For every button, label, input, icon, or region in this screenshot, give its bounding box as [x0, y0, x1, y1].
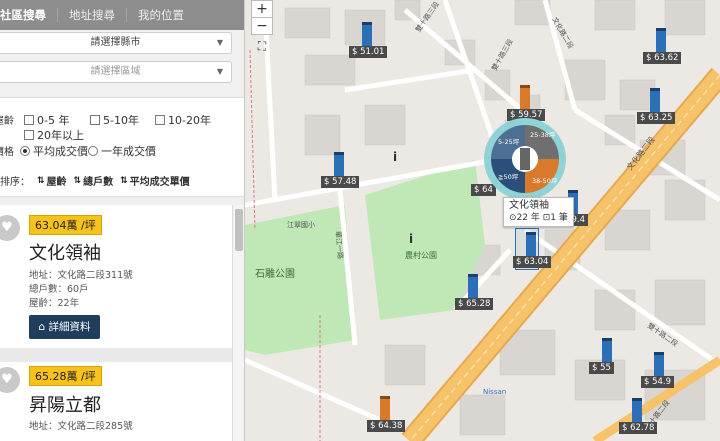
sort-bar: 排序： ⇅ 屋齡 ⇅ 總戶數 ⇅ 平均成交單價: [0, 173, 190, 189]
building-info: 地址：文化路二段311號 總戶數：60戶 屋齡：22年: [29, 270, 133, 309]
age-option-5-10[interactable]: 5-10年: [90, 112, 139, 128]
tab-address-search[interactable]: 地址搜尋: [58, 8, 127, 22]
home-icon: ⌂: [38, 321, 46, 333]
age-option-0-5[interactable]: 0-5 年: [24, 112, 69, 128]
donut-label: 5-25坪: [498, 138, 520, 146]
sort-by-price[interactable]: ⇅ 平均成交單價: [120, 173, 190, 189]
list-item[interactable]: ♥ 63.04萬 /坪 文化領袖 地址：文化路二段311號 總戶數：60戶 屋齡…: [0, 205, 232, 347]
map-label-school: 江翠國小: [287, 221, 315, 229]
sort-icon: ⇅: [120, 175, 128, 186]
search-tabs: 社區搜尋 地址搜尋 我的位置: [0, 0, 244, 30]
checkbox-icon: [155, 115, 165, 125]
age-option-10-20[interactable]: 10-20年: [155, 112, 211, 128]
map-label-park: 石雕公園: [255, 269, 295, 280]
checkbox-icon: [24, 130, 34, 140]
chevron-down-icon: ▼: [216, 38, 223, 47]
building-icon: [650, 88, 660, 112]
checkbox-icon: [24, 115, 34, 125]
price-option-average[interactable]: 平均成交價: [20, 143, 88, 159]
building-icon: [602, 338, 612, 362]
price-option-one-year[interactable]: 一年成交價: [88, 143, 156, 159]
building-icon: [468, 274, 478, 298]
sort-by-units[interactable]: ⇅ 總戶數: [73, 173, 114, 189]
building-icon: [632, 398, 642, 422]
chevron-down-icon: ▼: [216, 67, 223, 76]
scrollbar-thumb[interactable]: [235, 209, 243, 251]
county-select-value: 請選擇縣市: [90, 37, 141, 48]
building-info: 地址：文化路二段285號: [29, 421, 133, 432]
building-icon: [380, 396, 390, 420]
sort-icon: ⇅: [37, 175, 45, 186]
age-option-20-plus[interactable]: 20年以上: [24, 127, 84, 143]
map-base: [245, 0, 720, 441]
building-icon: [656, 28, 666, 52]
sort-label: 排序：: [0, 177, 30, 188]
radio-icon: [20, 146, 30, 156]
zoom-out-button[interactable]: −: [251, 17, 273, 35]
district-select-value: 請選擇區域: [90, 66, 141, 77]
tab-community-search[interactable]: 社區搜尋: [0, 8, 58, 22]
map-view[interactable]: + − ⛶ 石雕公園 農村公園 文化路二段 文化路二段 雙十路三段 雙十路三段 …: [245, 0, 720, 441]
map-label-farm-park: 農村公園: [405, 251, 437, 260]
heart-icon[interactable]: ♥: [0, 367, 20, 393]
sort-icon: ⇅: [73, 175, 82, 186]
building-icon: [520, 148, 530, 170]
building-tooltip: 文化領袖 ⊙22 年 ⊡1 筆: [503, 197, 574, 227]
building-icon: [334, 152, 344, 176]
donut-label: 38-50坪: [532, 177, 558, 185]
price-badge: 65.28萬 /坪: [29, 366, 102, 386]
checkbox-icon: [90, 115, 100, 125]
listing-list: ♥ 63.04萬 /坪 文化領袖 地址：文化路二段311號 總戶數：60戶 屋齡…: [0, 205, 232, 441]
district-select[interactable]: 請選擇區域 ▼: [0, 61, 232, 83]
price-filter-label: 價格: [0, 147, 14, 158]
radio-icon: [88, 146, 98, 156]
list-item[interactable]: ♥ 65.28萬 /坪 昇陽立都 地址：文化路二段285號: [0, 362, 232, 441]
search-panel: 社區搜尋 地址搜尋 我的位置 請選擇縣市 ▼ 請選擇區域 ▼ 屋齡 0-5 年 …: [0, 0, 245, 441]
map-label-nissan: Nissan: [483, 388, 507, 396]
list-scrollbar[interactable]: [232, 205, 244, 441]
building-icon: [526, 232, 536, 256]
zoom-in-button[interactable]: +: [251, 0, 273, 18]
donut-label: 25-38坪: [530, 131, 556, 139]
age-filter-label: 屋齡: [0, 116, 14, 127]
unit-size-donut[interactable]: 5-25坪 25-38坪 38-50坪 ≧50坪: [483, 117, 567, 201]
county-select[interactable]: 請選擇縣市 ▼: [0, 32, 232, 54]
heart-icon[interactable]: ♥: [0, 215, 20, 241]
price-badge: 63.04萬 /坪: [29, 215, 102, 235]
tab-my-location[interactable]: 我的位置: [127, 8, 195, 22]
building-icon: [362, 22, 372, 46]
building-name[interactable]: 昇陽立都: [29, 391, 101, 417]
building-icon: [654, 352, 664, 376]
sort-by-age[interactable]: ⇅ 屋齡: [37, 173, 67, 189]
donut-label: ≧50坪: [498, 173, 519, 181]
info-icon[interactable]: i: [393, 150, 397, 164]
list-separator: [0, 348, 232, 362]
info-icon[interactable]: i: [409, 232, 413, 246]
building-name[interactable]: 文化領袖: [29, 239, 101, 265]
building-icon: [520, 85, 530, 109]
fullscreen-button[interactable]: ⛶: [251, 38, 273, 56]
detail-button[interactable]: ⌂ 詳細資料: [29, 315, 100, 339]
